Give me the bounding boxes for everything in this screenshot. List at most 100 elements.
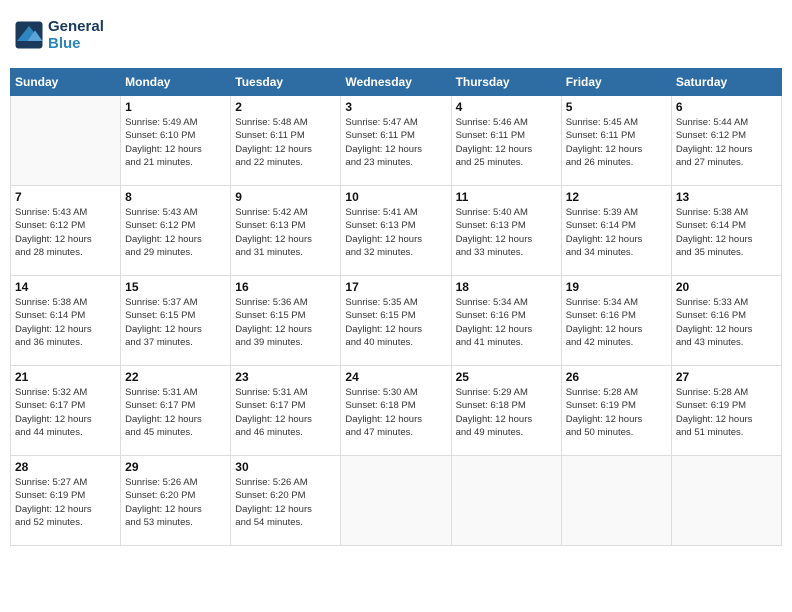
day-info: Sunrise: 5:44 AMSunset: 6:12 PMDaylight:… [676,116,777,169]
calendar-cell: 24 Sunrise: 5:30 AMSunset: 6:18 PMDayligh… [341,366,451,456]
day-info: Sunrise: 5:26 AMSunset: 6:20 PMDaylight:… [235,476,336,529]
day-number: 11 [456,190,557,204]
calendar-week-row: 14Sunrise: 5:38 AMSunset: 6:14 PMDayligh… [11,276,782,366]
day-info: Sunrise: 5:40 AMSunset: 6:13 PMDaylight:… [456,206,557,259]
calendar-cell: 16 Sunrise: 5:36 AMSunset: 6:15 PMDayligh… [231,276,341,366]
weekday-header-wednesday: Wednesday [341,69,451,96]
day-info: Sunrise: 5:35 AMSunset: 6:15 PMDaylight:… [345,296,446,349]
calendar-cell [11,96,121,186]
day-info: Sunrise: 5:33 AMSunset: 6:16 PMDaylight:… [676,296,777,349]
day-info: Sunrise: 5:31 AMSunset: 6:17 PMDaylight:… [235,386,336,439]
day-number: 16 [235,280,336,294]
day-info: Sunrise: 5:38 AMSunset: 6:14 PMDaylight:… [676,206,777,259]
day-info: Sunrise: 5:41 AMSunset: 6:13 PMDaylight:… [345,206,446,259]
day-number: 25 [456,370,557,384]
calendar-week-row: 1 Sunrise: 5:49 AMSunset: 6:10 PMDaylight… [11,96,782,186]
logo: General Blue [14,18,104,52]
day-info: Sunrise: 5:26 AMSunset: 6:20 PMDaylight:… [125,476,226,529]
calendar-header-row: SundayMondayTuesdayWednesdayThursdayFrid… [11,69,782,96]
calendar-cell: 1 Sunrise: 5:49 AMSunset: 6:10 PMDaylight… [121,96,231,186]
calendar-week-row: 21 Sunrise: 5:32 AMSunset: 6:17 PMDayligh… [11,366,782,456]
calendar-cell: 23Sunrise: 5:31 AMSunset: 6:17 PMDayligh… [231,366,341,456]
day-number: 2 [235,100,336,114]
calendar-cell [341,456,451,546]
calendar-cell: 26 Sunrise: 5:28 AMSunset: 6:19 PMDayligh… [561,366,671,456]
day-number: 29 [125,460,226,474]
weekday-header-friday: Friday [561,69,671,96]
calendar-cell [671,456,781,546]
calendar-cell: 2 Sunrise: 5:48 AMSunset: 6:11 PMDaylight… [231,96,341,186]
calendar-cell: 11 Sunrise: 5:40 AMSunset: 6:13 PMDayligh… [451,186,561,276]
calendar-cell: 5 Sunrise: 5:45 AMSunset: 6:11 PMDaylight… [561,96,671,186]
calendar-cell: 15Sunrise: 5:37 AMSunset: 6:15 PMDayligh… [121,276,231,366]
day-info: Sunrise: 5:45 AMSunset: 6:11 PMDaylight:… [566,116,667,169]
day-number: 4 [456,100,557,114]
day-info: Sunrise: 5:30 AMSunset: 6:18 PMDaylight:… [345,386,446,439]
day-number: 8 [125,190,226,204]
day-number: 22 [125,370,226,384]
calendar-cell: 27Sunrise: 5:28 AMSunset: 6:19 PMDayligh… [671,366,781,456]
day-info: Sunrise: 5:32 AMSunset: 6:17 PMDaylight:… [15,386,116,439]
day-info: Sunrise: 5:42 AMSunset: 6:13 PMDaylight:… [235,206,336,259]
day-number: 19 [566,280,667,294]
day-number: 28 [15,460,116,474]
day-number: 18 [456,280,557,294]
day-number: 13 [676,190,777,204]
day-number: 21 [15,370,116,384]
calendar-cell: 8Sunrise: 5:43 AMSunset: 6:12 PMDaylight… [121,186,231,276]
calendar-cell: 9 Sunrise: 5:42 AMSunset: 6:13 PMDaylight… [231,186,341,276]
logo-icon [14,20,44,50]
day-info: Sunrise: 5:48 AMSunset: 6:11 PMDaylight:… [235,116,336,169]
calendar-week-row: 28Sunrise: 5:27 AMSunset: 6:19 PMDayligh… [11,456,782,546]
calendar-cell: 12 Sunrise: 5:39 AMSunset: 6:14 PMDayligh… [561,186,671,276]
calendar-cell: 21 Sunrise: 5:32 AMSunset: 6:17 PMDayligh… [11,366,121,456]
day-info: Sunrise: 5:34 AMSunset: 6:16 PMDaylight:… [456,296,557,349]
weekday-header-sunday: Sunday [11,69,121,96]
day-number: 30 [235,460,336,474]
day-info: Sunrise: 5:39 AMSunset: 6:14 PMDaylight:… [566,206,667,259]
calendar-cell: 19 Sunrise: 5:34 AMSunset: 6:16 PMDayligh… [561,276,671,366]
calendar-cell: 4 Sunrise: 5:46 AMSunset: 6:11 PMDaylight… [451,96,561,186]
calendar-cell: 18 Sunrise: 5:34 AMSunset: 6:16 PMDayligh… [451,276,561,366]
day-info: Sunrise: 5:47 AMSunset: 6:11 PMDaylight:… [345,116,446,169]
calendar-cell: 6 Sunrise: 5:44 AMSunset: 6:12 PMDaylight… [671,96,781,186]
day-info: Sunrise: 5:34 AMSunset: 6:16 PMDaylight:… [566,296,667,349]
day-info: Sunrise: 5:38 AMSunset: 6:14 PMDaylight:… [15,296,116,349]
calendar-cell: 13 Sunrise: 5:38 AMSunset: 6:14 PMDayligh… [671,186,781,276]
calendar-cell: 20 Sunrise: 5:33 AMSunset: 6:16 PMDayligh… [671,276,781,366]
day-number: 1 [125,100,226,114]
logo-text: General Blue [48,18,104,52]
day-number: 24 [345,370,446,384]
calendar-cell: 7Sunrise: 5:43 AMSunset: 6:12 PMDaylight… [11,186,121,276]
calendar-cell [451,456,561,546]
day-info: Sunrise: 5:46 AMSunset: 6:11 PMDaylight:… [456,116,557,169]
day-number: 6 [676,100,777,114]
calendar-cell: 30 Sunrise: 5:26 AMSunset: 6:20 PMDayligh… [231,456,341,546]
day-number: 7 [15,190,116,204]
day-number: 3 [345,100,446,114]
calendar-table: SundayMondayTuesdayWednesdayThursdayFrid… [10,68,782,546]
calendar-cell: 22 Sunrise: 5:31 AMSunset: 6:17 PMDayligh… [121,366,231,456]
day-number: 9 [235,190,336,204]
day-info: Sunrise: 5:28 AMSunset: 6:19 PMDaylight:… [566,386,667,439]
day-number: 20 [676,280,777,294]
day-info: Sunrise: 5:36 AMSunset: 6:15 PMDaylight:… [235,296,336,349]
day-number: 17 [345,280,446,294]
calendar-cell [561,456,671,546]
calendar-cell: 10Sunrise: 5:41 AMSunset: 6:13 PMDayligh… [341,186,451,276]
calendar-cell: 28Sunrise: 5:27 AMSunset: 6:19 PMDayligh… [11,456,121,546]
page-header: General Blue [10,10,782,60]
day-info: Sunrise: 5:29 AMSunset: 6:18 PMDaylight:… [456,386,557,439]
weekday-header-tuesday: Tuesday [231,69,341,96]
day-info: Sunrise: 5:49 AMSunset: 6:10 PMDaylight:… [125,116,226,169]
day-info: Sunrise: 5:31 AMSunset: 6:17 PMDaylight:… [125,386,226,439]
day-number: 5 [566,100,667,114]
weekday-header-saturday: Saturday [671,69,781,96]
calendar-cell: 3 Sunrise: 5:47 AMSunset: 6:11 PMDaylight… [341,96,451,186]
day-number: 27 [676,370,777,384]
day-number: 26 [566,370,667,384]
day-number: 12 [566,190,667,204]
weekday-header-thursday: Thursday [451,69,561,96]
calendar-cell: 25 Sunrise: 5:29 AMSunset: 6:18 PMDayligh… [451,366,561,456]
calendar-week-row: 7Sunrise: 5:43 AMSunset: 6:12 PMDaylight… [11,186,782,276]
